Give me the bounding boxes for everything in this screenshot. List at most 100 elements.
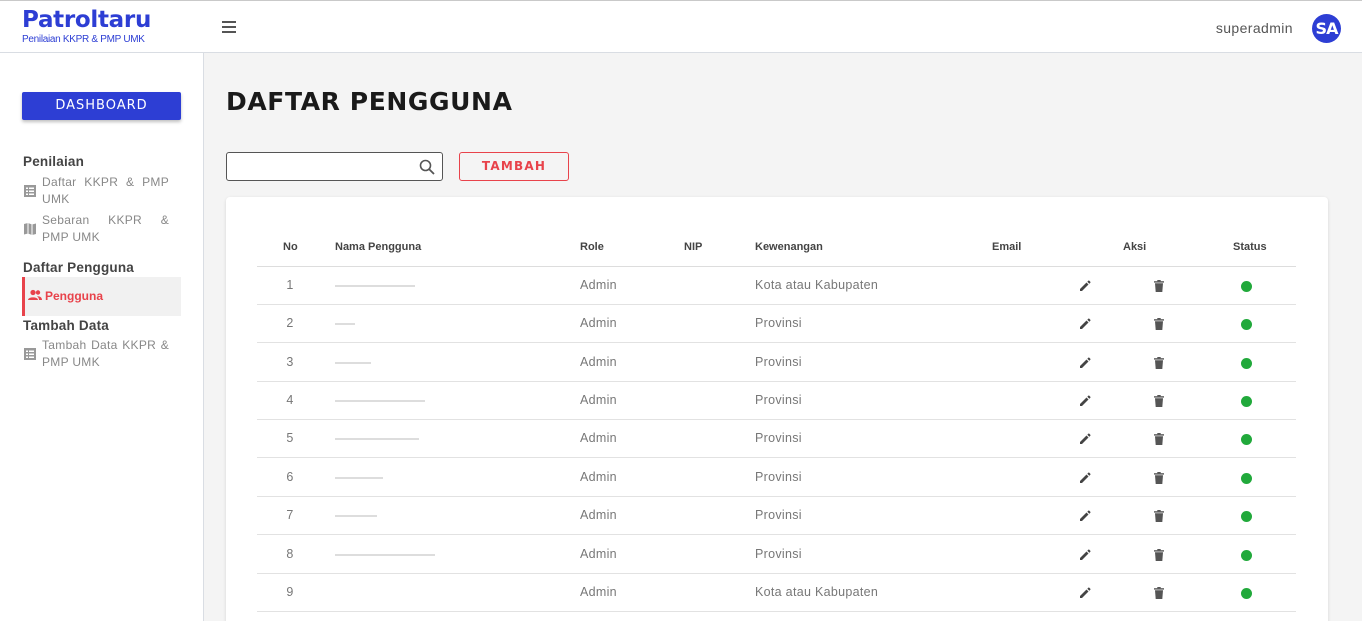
delete-icon[interactable] <box>1154 280 1164 292</box>
brand-title: Patroltaru <box>22 7 152 33</box>
cell-no: 4 <box>286 393 294 407</box>
search-box[interactable] <box>226 152 443 181</box>
cell-no: 8 <box>286 547 294 561</box>
hamburger-menu-icon[interactable] <box>222 21 240 35</box>
page-title: DAFTAR PENGGUNA <box>226 87 513 116</box>
cell-nama-redacted <box>335 323 355 325</box>
column-header-nip: NIP <box>684 241 703 253</box>
sidebar-item-pengguna[interactable]: Pengguna <box>22 277 181 316</box>
sidebar-item-sebaran-kkpr[interactable]: Sebaran KKPR & PMP UMK <box>22 212 181 248</box>
sidebar-item-label: Tambah Data KKPR & PMP UMK <box>42 338 169 369</box>
sidebar-item-daftar-kkpr[interactable]: Daftar KKPR & PMP UMK <box>22 174 181 210</box>
table-row: 2 Admin Provinsi <box>257 305 1296 343</box>
table-row: 3 Admin Provinsi <box>257 344 1296 382</box>
column-header-email: Email <box>992 241 1022 253</box>
cell-nama-redacted <box>335 515 377 517</box>
delete-icon[interactable] <box>1154 587 1164 599</box>
avatar[interactable]: SA <box>1312 14 1341 43</box>
sidebar-section-tambah-data: Tambah Data <box>23 318 109 333</box>
edit-icon[interactable] <box>1079 549 1091 561</box>
tambah-button[interactable]: TAMBAH <box>459 152 569 181</box>
sidebar-section-penilaian: Penilaian <box>23 154 85 169</box>
users-icon <box>28 289 42 300</box>
cell-no: 1 <box>286 278 294 292</box>
cell-kewenangan: Kota atau Kabupaten <box>755 585 879 599</box>
delete-icon[interactable] <box>1154 549 1164 561</box>
cell-role: Admin <box>580 547 617 561</box>
sidebar-item-label: Pengguna <box>45 289 104 303</box>
users-table-card: No Nama Pengguna Role NIP Kewenangan Ema… <box>226 197 1328 621</box>
delete-icon[interactable] <box>1154 318 1164 330</box>
list-icon <box>24 185 36 197</box>
cell-role: Admin <box>580 393 617 407</box>
status-active-indicator <box>1241 396 1252 407</box>
cell-nama-redacted <box>335 400 425 402</box>
cell-kewenangan: Provinsi <box>755 316 802 330</box>
status-active-indicator <box>1241 511 1252 522</box>
table-row: 7 Admin Provinsi <box>257 497 1296 535</box>
delete-icon[interactable] <box>1154 395 1164 407</box>
cell-kewenangan: Provinsi <box>755 508 802 522</box>
cell-kewenangan: Kota atau Kabupaten <box>755 278 879 292</box>
column-header-kewenangan: Kewenangan <box>755 241 823 253</box>
status-active-indicator <box>1241 358 1252 369</box>
top-navbar: Patroltaru Penilaian KKPR & PMP UMK supe… <box>0 0 1362 53</box>
table-row: 6 Admin Provinsi <box>257 459 1296 497</box>
cell-role: Admin <box>580 316 617 330</box>
table-row: 4 Admin Provinsi <box>257 382 1296 420</box>
edit-icon[interactable] <box>1079 510 1091 522</box>
cell-no: 9 <box>286 585 294 599</box>
cell-role: Admin <box>580 508 617 522</box>
edit-icon[interactable] <box>1079 357 1091 369</box>
table-row: 1 Admin Kota atau Kabupaten <box>257 267 1296 305</box>
delete-icon[interactable] <box>1154 472 1164 484</box>
edit-icon[interactable] <box>1079 280 1091 292</box>
edit-icon[interactable] <box>1079 433 1091 445</box>
list-icon <box>24 348 36 360</box>
cell-kewenangan: Provinsi <box>755 355 802 369</box>
table-row: 8 Admin Provinsi <box>257 536 1296 574</box>
column-header-aksi: Aksi <box>1123 241 1147 253</box>
map-icon <box>24 223 36 235</box>
status-active-indicator <box>1241 281 1252 292</box>
table-header: No Nama Pengguna Role NIP Kewenangan Ema… <box>257 234 1296 267</box>
column-header-nama: Nama Pengguna <box>335 241 422 253</box>
search-icon[interactable] <box>419 159 435 175</box>
cell-no: 7 <box>286 508 294 522</box>
delete-icon[interactable] <box>1154 433 1164 445</box>
search-input[interactable] <box>227 153 412 180</box>
cell-role: Admin <box>580 278 617 292</box>
table-row: 5 Admin Provinsi <box>257 420 1296 458</box>
cell-nama-redacted <box>335 554 435 556</box>
cell-kewenangan: Provinsi <box>755 470 802 484</box>
edit-icon[interactable] <box>1079 395 1091 407</box>
edit-icon[interactable] <box>1079 318 1091 330</box>
status-active-indicator <box>1241 588 1252 599</box>
status-active-indicator <box>1241 550 1252 561</box>
cell-nama-redacted <box>335 362 371 364</box>
delete-icon[interactable] <box>1154 357 1164 369</box>
cell-role: Admin <box>580 585 617 599</box>
dashboard-button[interactable]: DASHBOARD <box>22 92 181 120</box>
cell-nama-redacted <box>335 438 419 440</box>
cell-kewenangan: Provinsi <box>755 547 802 561</box>
cell-kewenangan: Provinsi <box>755 431 802 445</box>
sidebar-item-label: Daftar KKPR & PMP UMK <box>42 175 169 206</box>
cell-role: Admin <box>580 470 617 484</box>
status-active-indicator <box>1241 473 1252 484</box>
delete-icon[interactable] <box>1154 510 1164 522</box>
brand-logo[interactable]: Patroltaru Penilaian KKPR & PMP UMK <box>22 7 151 45</box>
edit-icon[interactable] <box>1079 587 1091 599</box>
cell-kewenangan: Provinsi <box>755 393 802 407</box>
table-row: 9 Admin Kota atau Kabupaten <box>257 574 1296 612</box>
sidebar-item-label: Sebaran KKPR & PMP UMK <box>42 213 169 244</box>
cell-no: 2 <box>286 316 294 330</box>
username-label[interactable]: superadmin <box>1216 20 1293 36</box>
sidebar-item-tambah-data[interactable]: Tambah Data KKPR & PMP UMK <box>22 337 181 373</box>
column-header-status: Status <box>1233 241 1267 253</box>
column-header-role: Role <box>580 241 604 253</box>
cell-nama-redacted <box>335 285 415 287</box>
edit-icon[interactable] <box>1079 472 1091 484</box>
cell-no: 3 <box>286 355 294 369</box>
cell-role: Admin <box>580 431 617 445</box>
